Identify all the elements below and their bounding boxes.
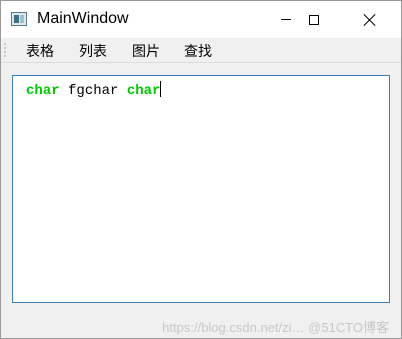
minimize-icon [281, 19, 291, 20]
window-title: MainWindow [37, 10, 129, 27]
title-bar[interactable]: MainWindow [1, 1, 401, 38]
toolbar-grip-icon[interactable] [4, 42, 6, 58]
main-window: MainWindow 表格 列表 图片 查找 char fgchar char … [0, 0, 402, 339]
menu-bar: 表格 列表 图片 查找 [1, 38, 401, 63]
app-icon [11, 12, 27, 26]
editor-content: char fgchar char [26, 81, 162, 99]
status-bar: https://blog.csdn.net/zi… @51CTO博客 [1, 313, 401, 338]
close-icon [363, 13, 377, 27]
text-editor[interactable]: char fgchar char [12, 75, 390, 303]
watermark-text: https://blog.csdn.net/zi… @51CTO博客 [162, 320, 389, 335]
plain-token: fgchar [59, 83, 127, 99]
menu-item-image[interactable]: 图片 [130, 41, 162, 61]
menu-item-find[interactable]: 查找 [182, 41, 214, 61]
menu-item-table[interactable]: 表格 [24, 41, 56, 61]
menu-item-list[interactable]: 列表 [77, 41, 109, 61]
text-caret [160, 81, 162, 97]
keyword-token: char [26, 83, 60, 99]
keyword-token: char [126, 83, 161, 99]
close-button[interactable] [347, 1, 393, 38]
maximize-icon [309, 14, 319, 25]
maximize-button[interactable] [291, 1, 337, 38]
